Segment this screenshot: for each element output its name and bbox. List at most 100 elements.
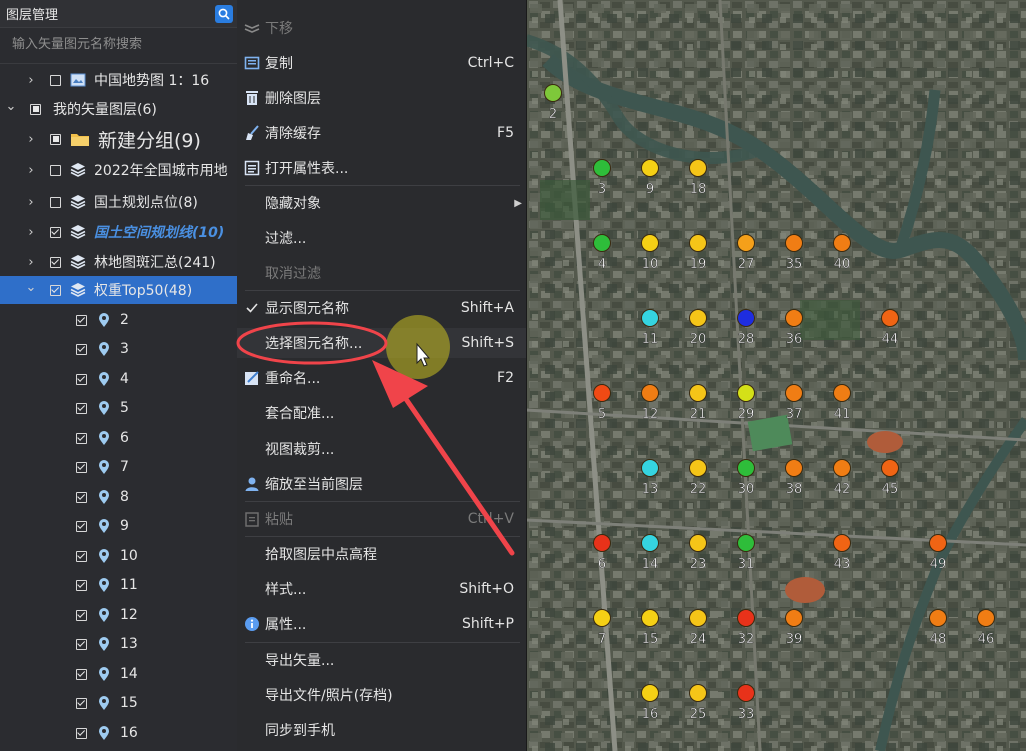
layer-feature-row[interactable]: 10 — [0, 542, 237, 570]
map-point-marker[interactable] — [641, 459, 659, 477]
menu-item[interactable]: 拾取图层中点高程 — [237, 539, 526, 569]
layer-feature-row[interactable]: 15 — [0, 689, 237, 717]
visibility-checkbox[interactable] — [76, 609, 87, 621]
map-point-marker[interactable] — [641, 609, 659, 627]
layer-feature-row[interactable]: 6 — [0, 424, 237, 452]
map-point-marker[interactable] — [737, 384, 755, 402]
map-point-marker[interactable] — [833, 384, 851, 402]
menu-item[interactable]: 套合配准... — [237, 398, 526, 428]
layer-feature-row[interactable]: 11 — [0, 571, 237, 599]
map-point-marker[interactable] — [833, 234, 851, 252]
layer-search-input[interactable] — [0, 28, 237, 60]
map-point-marker[interactable] — [785, 309, 803, 327]
menu-item[interactable]: 过滤... — [237, 223, 526, 253]
map-point-marker[interactable] — [881, 309, 899, 327]
map-point-marker[interactable] — [785, 384, 803, 402]
layer-feature-row[interactable]: 8 — [0, 483, 237, 511]
layer-row[interactable]: › 2022年全国城市用地 — [0, 156, 237, 184]
menu-item[interactable]: 隐藏对象 ▶ — [237, 188, 526, 218]
layer-feature-row[interactable]: 4 — [0, 365, 237, 393]
map-point-marker[interactable] — [689, 384, 707, 402]
chevron-right-icon[interactable]: › — [24, 195, 38, 210]
visibility-checkbox[interactable] — [50, 226, 61, 238]
map-point-marker[interactable] — [737, 534, 755, 552]
visibility-checkbox[interactable] — [76, 432, 87, 444]
layer-feature-row[interactable]: 9 — [0, 512, 237, 540]
visibility-checkbox[interactable] — [76, 727, 87, 739]
visibility-checkbox[interactable] — [76, 550, 87, 562]
map-point-marker[interactable] — [785, 234, 803, 252]
menu-item[interactable]: 导出文件/照片(存档) — [237, 680, 526, 710]
menu-item[interactable]: 视图裁剪... — [237, 434, 526, 464]
visibility-checkbox[interactable] — [76, 491, 87, 503]
chevron-down-icon[interactable]: ⌄ — [24, 280, 38, 295]
layer-row[interactable]: › 国土规划点位(8) — [0, 188, 237, 216]
map-point-marker[interactable] — [641, 309, 659, 327]
search-button[interactable] — [215, 4, 233, 23]
layer-row[interactable]: ⌄ 我的矢量图层(6) — [0, 95, 237, 123]
map-point-marker[interactable] — [833, 459, 851, 477]
visibility-checkbox[interactable] — [76, 579, 87, 591]
map-point-marker[interactable] — [737, 609, 755, 627]
menu-item[interactable]: 属性... Shift+P — [237, 609, 526, 639]
visibility-checkbox[interactable] — [76, 373, 87, 385]
visibility-checkbox[interactable] — [50, 196, 61, 208]
visibility-checkbox[interactable] — [76, 638, 87, 650]
map-point-marker[interactable] — [689, 534, 707, 552]
chevron-right-icon[interactable]: › — [24, 163, 38, 178]
map-point-marker[interactable] — [641, 684, 659, 702]
visibility-checkbox[interactable] — [76, 314, 87, 326]
chevron-right-icon[interactable]: › — [24, 73, 38, 88]
menu-item[interactable]: 样式... Shift+O — [237, 574, 526, 604]
layer-feature-row[interactable]: 13 — [0, 630, 237, 658]
map-point-marker[interactable] — [737, 234, 755, 252]
visibility-checkbox[interactable] — [76, 697, 87, 709]
layer-row[interactable]: › 新建分组(9) — [0, 125, 237, 153]
visibility-checkbox[interactable] — [50, 133, 61, 145]
map-point-marker[interactable] — [641, 234, 659, 252]
visibility-checkbox[interactable] — [50, 284, 61, 296]
visibility-checkbox[interactable] — [76, 668, 87, 680]
map-point-marker[interactable] — [689, 609, 707, 627]
layer-row[interactable]: › 林地图斑汇总(241) — [0, 248, 237, 276]
map-point-marker[interactable] — [689, 684, 707, 702]
map-point-marker[interactable] — [593, 159, 611, 177]
layer-feature-row[interactable]: 16 — [0, 719, 237, 747]
map-point-marker[interactable] — [689, 234, 707, 252]
menu-item[interactable]: 打开属性表... — [237, 153, 526, 183]
map-point-marker[interactable] — [737, 459, 755, 477]
map-point-marker[interactable] — [785, 609, 803, 627]
chevron-right-icon[interactable]: › — [24, 132, 38, 147]
map-point-marker[interactable] — [689, 459, 707, 477]
visibility-checkbox[interactable] — [50, 74, 61, 86]
map-point-marker[interactable] — [593, 609, 611, 627]
map-point-marker[interactable] — [641, 159, 659, 177]
visibility-checkbox[interactable] — [50, 164, 61, 176]
map-point-marker[interactable] — [641, 384, 659, 402]
map-point-marker[interactable] — [544, 84, 562, 102]
menu-item[interactable]: 选择图元名称... Shift+S — [237, 328, 526, 358]
chevron-right-icon[interactable]: › — [24, 255, 38, 270]
menu-item[interactable]: 清除缓存 F5 — [237, 118, 526, 148]
layer-feature-row[interactable]: 14 — [0, 660, 237, 688]
map-point-marker[interactable] — [593, 234, 611, 252]
layer-feature-row[interactable]: 3 — [0, 335, 237, 363]
chevron-right-icon[interactable]: › — [24, 225, 38, 240]
visibility-checkbox[interactable] — [76, 461, 87, 473]
chevron-down-icon[interactable]: ⌄ — [4, 99, 18, 114]
menu-item[interactable]: 删除图层 — [237, 83, 526, 113]
map-point-marker[interactable] — [977, 609, 995, 627]
menu-item[interactable]: 同步到手机 — [237, 715, 526, 745]
map-point-marker[interactable] — [737, 309, 755, 327]
map-point-marker[interactable] — [593, 384, 611, 402]
visibility-checkbox[interactable] — [76, 520, 87, 532]
menu-item[interactable]: 导出矢量... — [237, 645, 526, 675]
layer-feature-row[interactable]: 2 — [0, 306, 237, 334]
map-point-marker[interactable] — [833, 534, 851, 552]
visibility-checkbox[interactable] — [50, 256, 61, 268]
layer-row[interactable]: ⌄ 权重Top50(48) — [0, 276, 237, 304]
map-point-marker[interactable] — [737, 684, 755, 702]
menu-item[interactable]: 重命名... F2 — [237, 363, 526, 393]
layer-feature-row[interactable]: 12 — [0, 601, 237, 629]
map-point-marker[interactable] — [929, 609, 947, 627]
